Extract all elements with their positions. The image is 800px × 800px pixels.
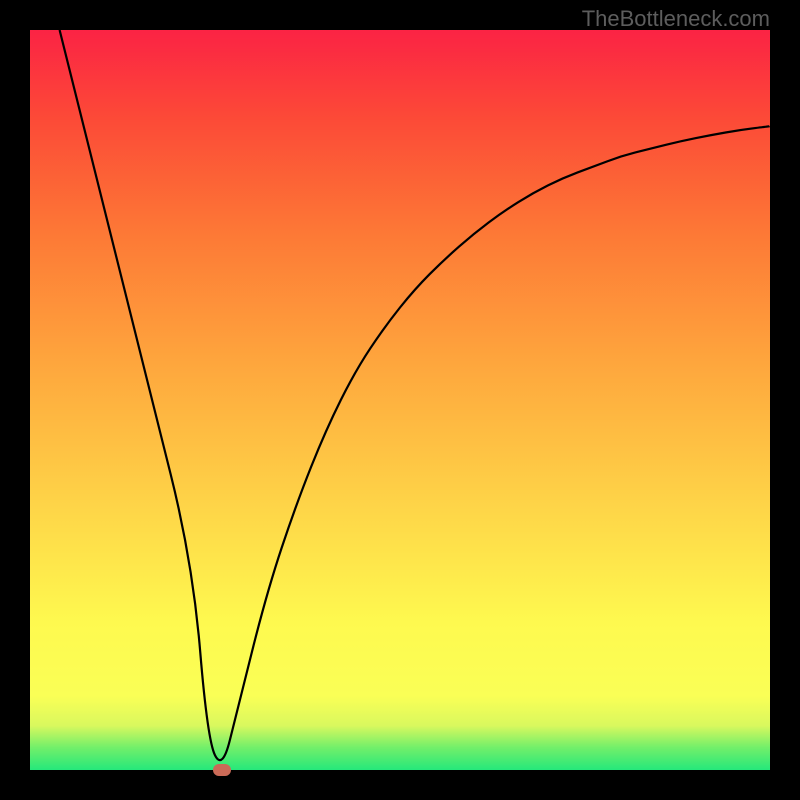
plot-area [30, 30, 770, 770]
chart-frame: TheBottleneck.com [0, 0, 800, 800]
attribution-text: TheBottleneck.com [582, 6, 770, 32]
bottleneck-curve [30, 30, 770, 770]
optimum-marker [213, 764, 231, 776]
